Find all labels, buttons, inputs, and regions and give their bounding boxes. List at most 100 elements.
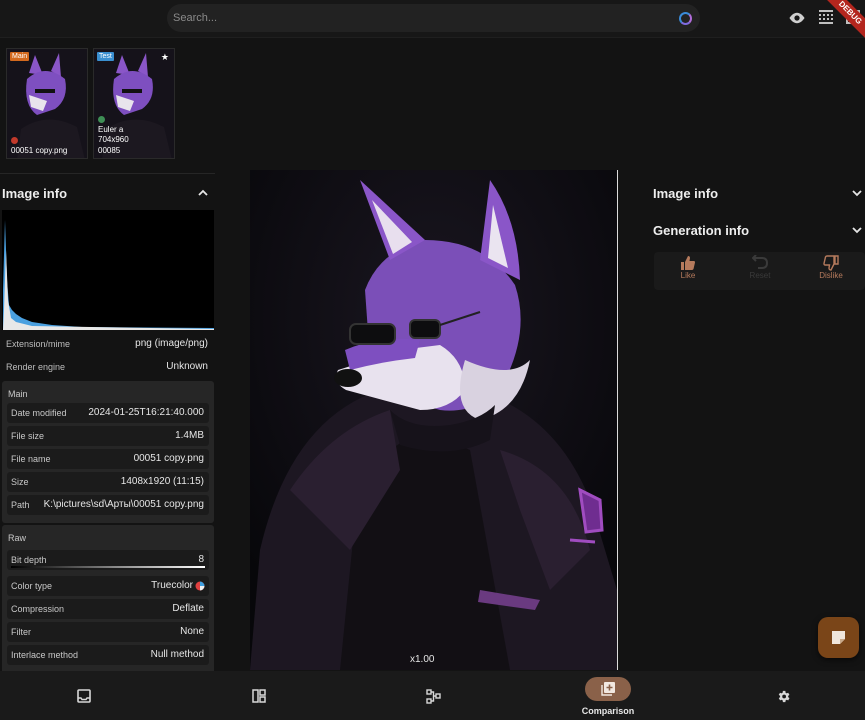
nav-label: Comparison <box>581 706 635 716</box>
bit-depth-gradient <box>11 566 205 568</box>
color-wheel-icon <box>195 581 205 591</box>
search-bar[interactable] <box>167 4 700 32</box>
chevron-down-icon[interactable] <box>851 187 863 199</box>
chevron-up-icon[interactable] <box>197 187 209 199</box>
image-info-panel: Image info Extension/mime png (image/png… <box>0 173 215 671</box>
thumbnail-image <box>7 49 87 158</box>
row-value: Deflate <box>172 603 204 614</box>
comparison-icon <box>601 682 615 696</box>
like-label: Like <box>680 271 696 280</box>
row-filter: Filter None <box>7 622 209 642</box>
raw-group: Raw Bit depth 8 Color type Truecolor Com… <box>2 525 214 671</box>
histogram <box>2 210 214 330</box>
panel-title: Image info <box>2 186 68 201</box>
row-value: Unknown <box>166 361 208 372</box>
like-button[interactable]: Like <box>658 254 718 288</box>
status-dot <box>98 116 105 123</box>
reset-label: Reset <box>749 271 771 280</box>
save-fab-button[interactable] <box>818 617 859 658</box>
reset-button[interactable]: Reset <box>730 254 790 288</box>
undo-icon <box>752 255 768 269</box>
row-key: Compression <box>11 604 65 614</box>
compare-divider[interactable] <box>617 170 618 670</box>
search-input[interactable] <box>173 8 663 28</box>
row-value: 8 <box>198 554 204 565</box>
thumbnail-sampler: Euler a <box>98 125 124 134</box>
info-row-extension: Extension/mime png (image/png) <box>2 334 214 354</box>
generation-info-section[interactable]: Generation info <box>650 207 865 244</box>
row-value: Truecolor <box>151 580 193 591</box>
nav-graph[interactable] <box>393 671 473 720</box>
row-key: Extension/mime <box>6 339 71 349</box>
row-size: Size 1408x1920 (11:15) <box>7 472 209 492</box>
right-info-panel: Image info Generation info Like Reset Di… <box>650 170 865 290</box>
nav-comparison[interactable]: Comparison <box>568 671 648 720</box>
row-file-name: File name 00051 copy.png <box>7 449 209 469</box>
row-key: Bit depth <box>11 555 47 565</box>
row-value: None <box>180 626 204 637</box>
row-key: Color type <box>11 581 53 591</box>
row-value: 1.4MB <box>175 430 204 441</box>
thumbs-down-icon <box>823 255 839 271</box>
nav-gallery[interactable] <box>44 671 124 720</box>
dislike-label: Dislike <box>819 271 843 280</box>
row-color-type: Color type Truecolor <box>7 576 209 596</box>
bottom-navigation: Comparison <box>0 671 865 720</box>
thumbnail-caption: 00085 <box>98 146 121 155</box>
row-value: K:\pictures\sd\Арты\00051 copy.png <box>43 499 204 510</box>
thumbnail-test[interactable]: Test ★ Euler a 704x960 00085 <box>93 48 175 159</box>
dashboard-icon <box>252 689 266 703</box>
row-key: Path <box>11 500 30 510</box>
dislike-button[interactable]: Dislike <box>801 254 861 288</box>
row-value: Null method <box>150 649 204 660</box>
row-date-modified: Date modified 2024-01-25T16:21:40.000 <box>7 403 209 423</box>
info-row-render-engine: Render engine Unknown <box>2 357 214 377</box>
note-icon <box>832 631 845 644</box>
main-group: Main Date modified 2024-01-25T16:21:40.0… <box>2 381 214 523</box>
star-icon[interactable]: ★ <box>161 52 169 63</box>
main-image <box>250 170 617 670</box>
zoom-level: x1.00 <box>410 654 435 665</box>
nav-settings[interactable] <box>743 671 823 720</box>
thumbnail-caption: 00051 copy.png <box>11 146 68 155</box>
row-key: Render engine <box>6 362 66 372</box>
thumbnail-size: 704x960 <box>98 135 129 144</box>
loading-spinner-icon <box>679 12 692 25</box>
row-compression: Compression Deflate <box>7 599 209 619</box>
test-tag: Test <box>97 52 114 61</box>
group-title: Raw <box>8 533 27 543</box>
section-title: Generation info <box>653 223 750 238</box>
row-key: File name <box>11 454 51 464</box>
grid-dots-icon[interactable] <box>818 9 836 27</box>
settings-icon <box>778 690 790 703</box>
row-bit-depth: Bit depth 8 <box>7 550 209 570</box>
row-value: png (image/png) <box>135 338 208 349</box>
row-interlace-method: Interlace method Null method <box>7 645 209 665</box>
row-value: 1408x1920 (11:15) <box>120 476 204 487</box>
thumbnail-main[interactable]: Main 00051 copy.png <box>6 48 88 159</box>
section-title: Image info <box>653 186 719 201</box>
group-title: Main <box>8 389 28 399</box>
row-key: Size <box>11 477 29 487</box>
row-key: Interlace method <box>11 650 79 660</box>
eye-icon[interactable] <box>788 9 806 27</box>
image-info-section[interactable]: Image info <box>650 170 865 207</box>
row-key: Filter <box>11 627 31 637</box>
row-value: 2024-01-25T16:21:40.000 <box>88 407 204 418</box>
graph-icon <box>426 689 441 704</box>
row-path: Path K:\pictures\sd\Арты\00051 copy.png <box>7 495 209 515</box>
main-tag: Main <box>10 52 30 61</box>
chevron-down-icon[interactable] <box>851 224 863 236</box>
nav-dashboard[interactable] <box>219 671 299 720</box>
row-key: File size <box>11 431 45 441</box>
row-key: Date modified <box>11 408 67 418</box>
rating-bar: Like Reset Dislike <box>654 252 865 290</box>
image-viewer[interactable] <box>250 170 617 670</box>
status-dot <box>11 137 18 144</box>
row-file-size: File size 1.4MB <box>7 426 209 446</box>
gallery-icon <box>77 689 91 703</box>
image-info-header[interactable]: Image info <box>0 174 215 212</box>
top-bar: DEBUG <box>0 0 865 40</box>
row-value: 00051 copy.png <box>133 453 204 464</box>
thumbs-up-icon <box>681 256 695 270</box>
